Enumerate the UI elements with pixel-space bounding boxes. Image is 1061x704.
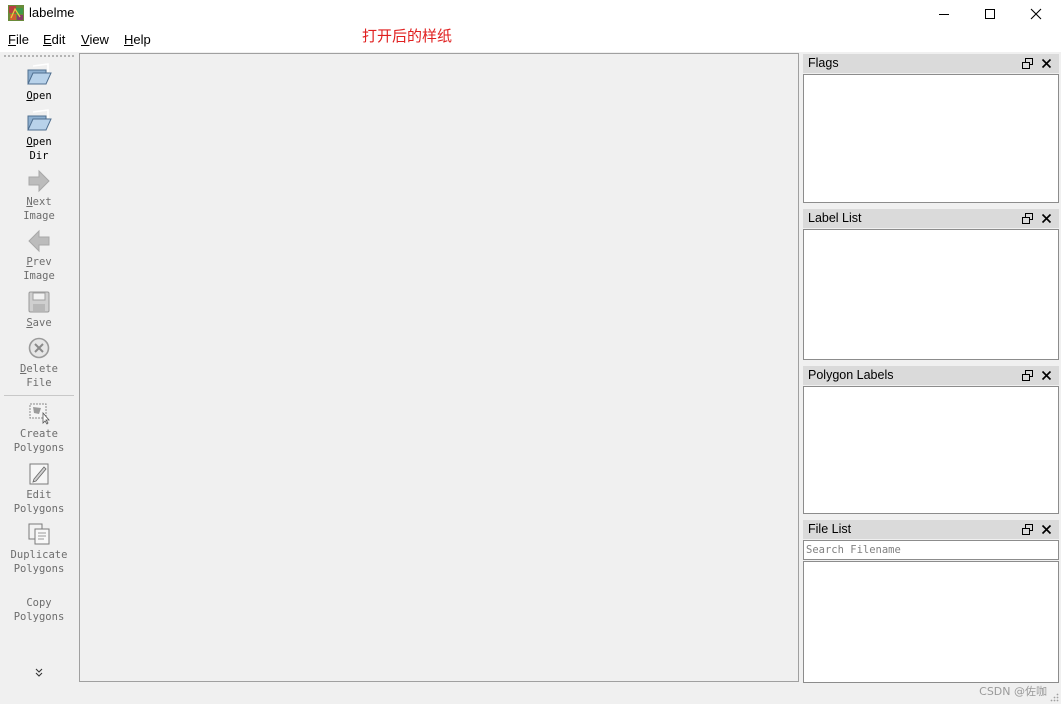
open-folder-icon bbox=[27, 63, 52, 85]
edit-polygons-label: Edit Polygons bbox=[13, 489, 65, 515]
label-list-dock-title: Label List bbox=[808, 211, 862, 225]
open-dir-button[interactable]: Open Dir bbox=[0, 108, 78, 163]
save-label: Save bbox=[26, 317, 52, 329]
menu-edit[interactable]: Edit bbox=[43, 32, 65, 47]
prev-image-button[interactable]: Prev Image bbox=[0, 228, 78, 283]
maximize-icon bbox=[985, 8, 995, 19]
mnemonic-char: V bbox=[81, 32, 90, 47]
toolbar-grip[interactable] bbox=[4, 55, 74, 57]
duplicate-polygons-label: Duplicate Polygons bbox=[10, 549, 68, 575]
labelme-app-icon bbox=[8, 5, 24, 21]
edit-polygon-icon bbox=[29, 463, 49, 485]
create-polygons-label: Create Polygons bbox=[13, 428, 65, 454]
maximize-button[interactable] bbox=[967, 0, 1013, 27]
mnemonic-char: D bbox=[20, 363, 27, 375]
file-list-dock-titlebar[interactable]: File List bbox=[803, 520, 1059, 539]
create-polygons-button[interactable]: Create Polygons bbox=[0, 400, 78, 455]
mnemonic-char: E bbox=[43, 32, 52, 47]
mnemonic-char: N bbox=[26, 196, 33, 208]
menu-view[interactable]: View bbox=[81, 32, 109, 47]
next-image-label: Next Image bbox=[23, 196, 55, 222]
chevron-double-down-icon[interactable] bbox=[33, 668, 45, 678]
file-list-dock: File List bbox=[803, 520, 1059, 683]
open-dir-icon bbox=[27, 109, 52, 131]
mnemonic-char: P bbox=[26, 256, 33, 268]
duplicate-polygons-button[interactable]: Duplicate Polygons bbox=[0, 521, 78, 576]
menu-file[interactable]: File bbox=[8, 32, 29, 47]
flags-dock-titlebar[interactable]: Flags bbox=[803, 54, 1059, 73]
prev-arrow-icon bbox=[28, 229, 50, 253]
mnemonic-char: S bbox=[26, 317, 33, 329]
status-bar: CSDN @佐咖 bbox=[0, 683, 1061, 704]
mnemonic-char: F bbox=[8, 32, 16, 47]
dock-float-icon[interactable] bbox=[1022, 370, 1033, 381]
delete-file-button[interactable]: Delete File bbox=[0, 335, 78, 390]
polygon-labels-dock-title: Polygon Labels bbox=[808, 368, 894, 382]
menu-view-label: View bbox=[81, 32, 109, 47]
dock-float-icon[interactable] bbox=[1022, 524, 1033, 535]
minimize-button[interactable] bbox=[921, 0, 967, 27]
close-button[interactable] bbox=[1013, 0, 1059, 27]
menu-edit-label: Edit bbox=[43, 32, 66, 47]
dock-close-icon[interactable] bbox=[1041, 370, 1052, 381]
label-list-dock-titlebar[interactable]: Label List bbox=[803, 209, 1059, 228]
create-polygon-icon bbox=[29, 403, 50, 425]
menu-bar: File Edit View Help bbox=[0, 27, 1061, 52]
polygon-labels-dock-titlebar[interactable]: Polygon Labels bbox=[803, 366, 1059, 385]
mnemonic-char: H bbox=[124, 32, 134, 47]
annotation-text: 打开后的样纸 bbox=[362, 27, 453, 45]
tools-toolbar: Open Open Dir Next Image Prev Image Save bbox=[0, 52, 78, 683]
menu-file-label: File bbox=[8, 32, 29, 47]
duplicate-icon bbox=[28, 523, 50, 545]
open-button[interactable]: Open bbox=[0, 62, 78, 103]
close-icon bbox=[1030, 8, 1042, 19]
flags-dock-title: Flags bbox=[808, 56, 839, 70]
edit-polygons-button[interactable]: Edit Polygons bbox=[0, 461, 78, 516]
menu-help[interactable]: Help bbox=[124, 32, 151, 47]
toolbar-separator bbox=[4, 395, 74, 396]
delete-file-label: Delete File bbox=[20, 363, 58, 389]
mnemonic-char: O bbox=[26, 90, 33, 102]
save-icon bbox=[28, 291, 50, 313]
prev-image-label: Prev Image bbox=[23, 256, 55, 282]
delete-icon bbox=[28, 337, 50, 359]
save-button[interactable]: Save bbox=[0, 289, 78, 330]
label-list[interactable] bbox=[803, 229, 1059, 360]
copy-polygons-button[interactable]: Copy Polygons bbox=[0, 596, 78, 624]
dock-float-icon[interactable] bbox=[1022, 213, 1033, 224]
mnemonic-char: O bbox=[26, 136, 33, 148]
flags-list[interactable] bbox=[803, 74, 1059, 203]
file-list-dock-title: File List bbox=[808, 522, 852, 536]
polygon-labels-dock: Polygon Labels bbox=[803, 366, 1059, 514]
copy-polygons-label: Copy Polygons bbox=[13, 597, 65, 623]
next-image-button[interactable]: Next Image bbox=[0, 168, 78, 223]
image-canvas[interactable] bbox=[79, 53, 799, 682]
watermark-text: CSDN @佐咖 bbox=[979, 685, 1047, 698]
dock-close-icon[interactable] bbox=[1041, 213, 1052, 224]
polygon-labels-list[interactable] bbox=[803, 386, 1059, 514]
dock-close-icon[interactable] bbox=[1041, 58, 1052, 69]
open-label: Open bbox=[26, 90, 52, 102]
title-bar: labelme bbox=[0, 0, 1061, 27]
size-grip-icon[interactable] bbox=[1049, 692, 1059, 702]
menu-help-label: Help bbox=[124, 32, 151, 47]
file-search-input[interactable] bbox=[803, 540, 1059, 560]
file-list[interactable] bbox=[803, 561, 1059, 683]
dock-close-icon[interactable] bbox=[1041, 524, 1052, 535]
next-arrow-icon bbox=[28, 169, 50, 193]
flags-dock: Flags bbox=[803, 54, 1059, 203]
minimize-icon bbox=[939, 13, 949, 15]
label-list-dock: Label List bbox=[803, 209, 1059, 360]
open-dir-label: Open Dir bbox=[26, 136, 52, 162]
dock-float-icon[interactable] bbox=[1022, 58, 1033, 69]
window-title: labelme bbox=[29, 5, 75, 20]
